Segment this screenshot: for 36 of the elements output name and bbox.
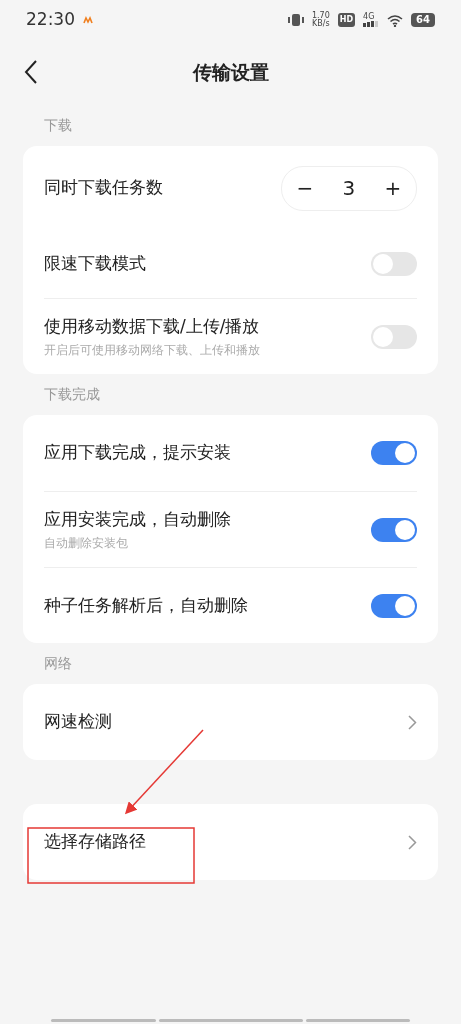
setting-label: 限速下载模式: [44, 252, 146, 276]
setting-label: 种子任务解析后，自动删除: [44, 593, 248, 617]
toggle-switch[interactable]: [371, 441, 417, 465]
toggle-switch[interactable]: [371, 324, 417, 349]
setting-label: 同时下载任务数: [44, 176, 163, 200]
toggle-switch[interactable]: [371, 252, 417, 276]
page-title: 传输设置: [192, 60, 269, 86]
setting-label: 应用安装完成，自动删除: [44, 508, 231, 532]
network-type: 4G: [363, 13, 375, 21]
vibrate-icon: [287, 13, 304, 27]
wifi-icon: [387, 13, 404, 27]
speed-unit: KB/s: [311, 20, 330, 28]
back-icon[interactable]: [24, 60, 38, 84]
setting-description: 自动删除安装包: [44, 534, 129, 552]
battery-indicator: 64: [411, 13, 435, 27]
setting-label: 使用移动数据下载/上传/播放: [44, 315, 260, 339]
hd-badge: HD: [337, 13, 356, 27]
setting-description: 开启后可使用移动网络下载、上传和播放: [44, 341, 260, 359]
chevron-icon: [408, 714, 417, 730]
notification-icon: [83, 16, 93, 24]
stepper-value: 3: [342, 175, 356, 202]
setting-label: 应用下载完成，提示安装: [44, 441, 231, 465]
signal-icon: [363, 21, 380, 27]
setting-label[interactable]: 网速检测: [44, 709, 112, 735]
section-label: 下载完成: [44, 385, 100, 404]
speed-value: 1.70: [311, 12, 330, 20]
clock-time: 22:30: [26, 8, 75, 32]
setting-label[interactable]: 选择存储路径: [44, 829, 146, 855]
toggle-switch[interactable]: [371, 593, 417, 618]
section-label: 下载: [44, 116, 72, 135]
decrement-button[interactable]: −: [296, 173, 314, 203]
chevron-icon: [408, 834, 417, 850]
task-count-stepper[interactable]: − 3 +: [281, 165, 417, 211]
toggle-switch[interactable]: [371, 517, 417, 542]
increment-button[interactable]: +: [384, 173, 402, 203]
section-label: 网络: [44, 654, 72, 673]
